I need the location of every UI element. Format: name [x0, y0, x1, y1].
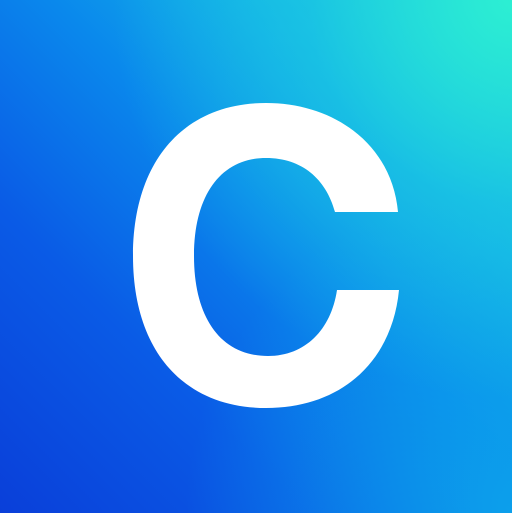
- logo-c-letter: [133, 103, 399, 408]
- app-icon-background: [0, 0, 512, 513]
- letter-c-shape: [133, 103, 399, 408]
